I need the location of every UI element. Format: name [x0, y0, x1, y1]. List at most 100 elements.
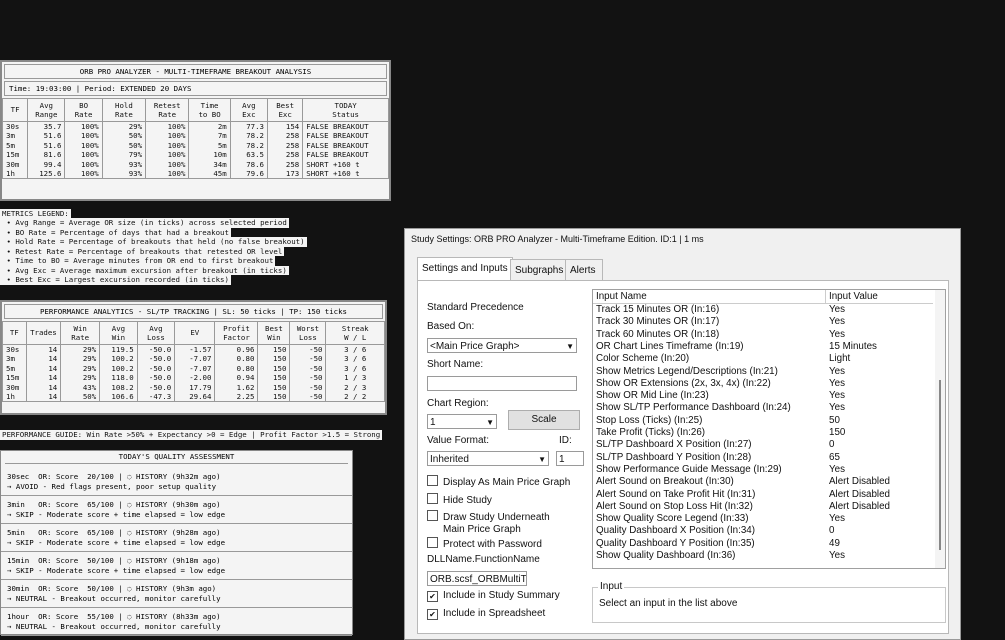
quality-score-line: 15min OR: Score 50/100 | ◌ HISTORY (9h18… [7, 556, 221, 565]
quality-recommendation-line: → SKIP - Moderate score + time elapsed =… [7, 537, 226, 547]
input-name: Color Scheme (In:20) [596, 353, 690, 365]
input-value[interactable]: Alert Disabled [829, 489, 890, 501]
value-format-value: Inherited [430, 454, 469, 465]
table-cell: -7.07 [174, 354, 216, 364]
table-cell: 100% [145, 131, 190, 141]
input-row[interactable]: Show OR Extensions (2x, 3x, 4x) (In:22) Y… [593, 378, 933, 390]
input-value[interactable]: 150 [829, 427, 845, 439]
table-cell: 79.6 [229, 169, 269, 180]
checkmark-icon: ✔ [427, 609, 438, 620]
input-row[interactable]: SL/TP Dashboard X Position (In:27) 0 [593, 439, 933, 451]
column-header: Avg Range [27, 98, 66, 122]
input-value[interactable]: Yes [829, 366, 845, 378]
quality-recommendation-line: → SKIP - Moderate score + time elapsed =… [7, 565, 226, 575]
input-value[interactable]: Alert Disabled [829, 476, 890, 488]
table-cell: 51.6 [27, 140, 66, 151]
table-header-row: TF Trades Win Rate Avg Win Avg Loss EV Profit Fact… [2, 321, 385, 345]
table-cell: 100.2 [99, 354, 138, 364]
input-value[interactable]: 65 [829, 452, 840, 464]
value-format-select[interactable]: Inherited ▼ [427, 451, 549, 466]
input-row[interactable]: Take Profit (Ticks) (In:26) 150 [593, 427, 933, 439]
draw-study-underneath-checkbox[interactable]: Draw Study Underneath Main Price Graph [427, 510, 550, 536]
input-value[interactable]: 49 [829, 538, 840, 550]
quality-item: 30min OR: Score 50/100 | ◌ HISTORY (9h3m… [1, 580, 352, 608]
input-value[interactable]: 0 [829, 525, 834, 537]
legend-item: • Best Exc = Largest excursion recorded … [0, 275, 231, 285]
input-row[interactable]: Show Metrics Legend/Descriptions (In:21)… [593, 366, 933, 378]
display-as-main-price-graph-checkbox[interactable]: Display As Main Price Graph [427, 475, 570, 488]
scrollbar-thumb[interactable] [939, 380, 941, 550]
orb-analyzer-dashboard: ORB PRO ANALYZER - MULTI-TIMEFRAME BREAK… [0, 60, 391, 201]
table-cell: 93% [101, 159, 147, 170]
input-value[interactable]: Yes [829, 390, 845, 402]
chart-region-select[interactable]: 1 ▼ [427, 414, 497, 429]
protect-with-password-checkbox[interactable]: Protect with Password [427, 537, 542, 550]
table-cell: 0.94 [214, 373, 259, 383]
input-row[interactable]: Stop Loss (Ticks) (In:25) 50 [593, 415, 933, 427]
input-value[interactable]: Yes [829, 329, 845, 341]
input-value[interactable]: Yes [829, 304, 845, 316]
input-row[interactable]: Alert Sound on Breakout (In:30) Alert Dis… [593, 476, 933, 488]
input-row[interactable]: Show Quality Dashboard (In:36) Yes [593, 550, 933, 562]
inputs-grid[interactable]: Input Name Input Value Track 15 Minutes … [592, 289, 946, 569]
performance-dashboard: PERFORMANCE ANALYTICS - SL/TP TRACKING |… [0, 300, 387, 415]
grid-scrollbar[interactable] [935, 290, 945, 568]
table-cell: 30m [2, 382, 27, 393]
input-row[interactable]: Show Quality Score Legend (In:33) Yes [593, 513, 933, 525]
quality-list: 30sec OR: Score 20/100 | ◌ HISTORY (9h32… [1, 468, 352, 636]
dll-input[interactable]: ORB.scsf_ORBMultiTir [427, 571, 527, 586]
input-name: Show OR Extensions (2x, 3x, 4x) (In:22) [596, 377, 771, 389]
input-value[interactable]: Light [829, 353, 850, 365]
chart-region-label: Chart Region: [427, 398, 489, 409]
input-value[interactable]: 0 [829, 439, 834, 451]
id-input[interactable]: 1 [556, 451, 584, 466]
input-value[interactable]: Yes [829, 513, 845, 525]
hide-study-checkbox[interactable]: Hide Study [427, 493, 492, 506]
table-cell: -2.00 [174, 373, 216, 383]
input-value[interactable]: Yes [829, 316, 845, 328]
input-row[interactable]: SL/TP Dashboard Y Position (In:28) 65 [593, 452, 933, 464]
include-in-spreadsheet-checkbox[interactable]: ✔ Include in Spreadsheet [427, 608, 545, 620]
input-row[interactable]: Quality Dashboard Y Position (In:35) 49 [593, 538, 933, 550]
table-cell: 78.2 [229, 131, 269, 141]
input-value[interactable]: Yes [829, 550, 845, 562]
input-name: Quality Dashboard Y Position (In:35) [596, 537, 755, 549]
input-row[interactable]: Show Performance Guide Message (In:29) Ye… [593, 464, 933, 476]
quality-item: 3min OR: Score 65/100 | ◌ HISTORY (9h30m… [1, 496, 352, 524]
input-row[interactable]: Track 30 Minutes OR (In:17) Yes [593, 316, 933, 328]
short-name-input[interactable] [427, 376, 577, 391]
tab-alerts[interactable]: Alerts [565, 259, 603, 281]
table-row: 5m 51.6 100% 50% 100% 5m 78.2 258 FALSE BREAKOUT [1, 140, 389, 151]
input-value[interactable]: Alert Disabled [829, 501, 890, 513]
input-row[interactable]: Quality Dashboard X Position (In:34) 0 [593, 525, 933, 537]
input-row[interactable]: Track 60 Minutes OR (In:18) Yes [593, 329, 933, 341]
input-value[interactable]: Yes [829, 464, 845, 476]
tab-settings-and-inputs[interactable]: Settings and Inputs [417, 257, 513, 281]
chevron-down-icon: ▼ [486, 418, 494, 427]
input-name: SL/TP Dashboard X Position (In:27) [596, 439, 752, 451]
input-value[interactable]: Yes [829, 402, 845, 414]
based-on-select[interactable]: <Main Price Graph> ▼ [427, 338, 577, 353]
input-row[interactable]: Alert Sound on Take Profit Hit (In:31) Al… [593, 489, 933, 501]
input-name: Track 30 Minutes OR (In:17) [596, 316, 720, 328]
input-name: OR Chart Lines Timeframe (In:19) [596, 340, 744, 352]
input-value[interactable]: Yes [829, 378, 845, 390]
table-row: 30m 14 43% 108.2 -50.0 17.79 1.62 150 -50 2 / 3 [2, 382, 385, 393]
scale-button[interactable]: Scale [508, 410, 580, 430]
input-row[interactable]: Track 15 Minutes OR (In:16) Yes [593, 304, 933, 316]
input-row[interactable]: Show SL/TP Performance Dashboard (In:24)… [593, 402, 933, 414]
table-cell: -1.57 [174, 344, 216, 355]
table-cell: 0.96 [214, 344, 259, 355]
input-value[interactable]: 50 [829, 415, 840, 427]
table-cell: 100% [145, 159, 190, 170]
include-in-study-summary-checkbox[interactable]: ✔ Include in Study Summary [427, 590, 560, 602]
table-row: 30s 35.7 100% 29% 100% 2m 77.3 154 FALSE BREAKOU… [1, 121, 389, 132]
table-cell: 1h [2, 392, 27, 403]
input-row[interactable]: Color Scheme (In:20) Light [593, 353, 933, 365]
input-value[interactable]: 15 Minutes [829, 341, 877, 353]
input-row[interactable]: OR Chart Lines Timeframe (In:19) 15 Minut… [593, 341, 933, 353]
input-name: Show Quality Dashboard (In:36) [596, 550, 736, 561]
tab-subgraphs[interactable]: Subgraphs [510, 259, 569, 281]
input-row[interactable]: Alert Sound on Stop Loss Hit (In:32) Aler… [593, 501, 933, 513]
input-row[interactable]: Show OR Mid Line (In:23) Yes [593, 390, 933, 402]
